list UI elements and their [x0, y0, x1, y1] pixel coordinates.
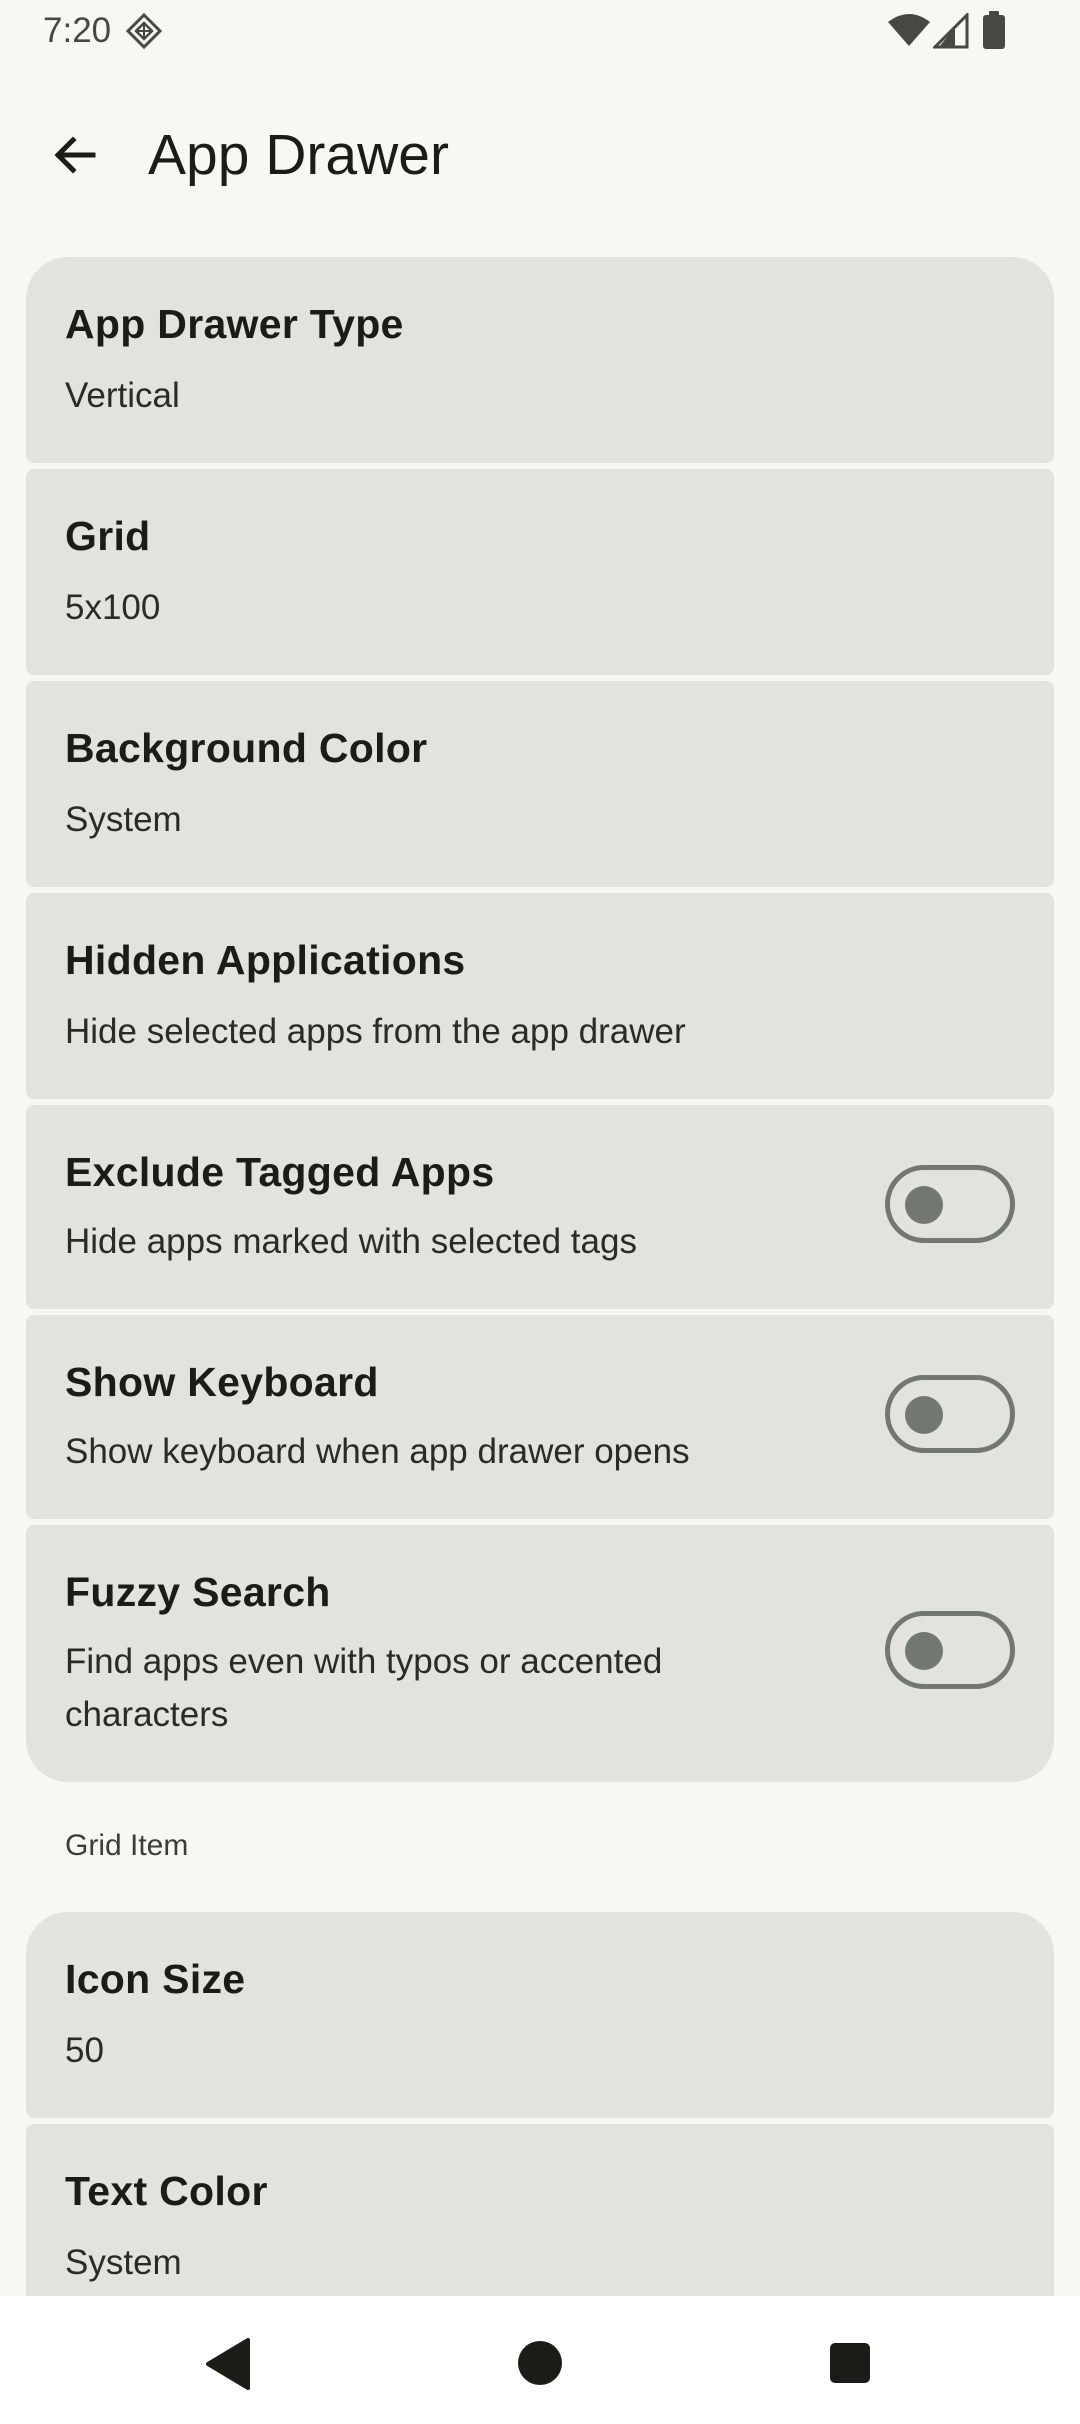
setting-title: Background Color [65, 725, 428, 771]
status-bar: 7:20 [0, 0, 1080, 62]
setting-title: Icon Size [65, 1956, 246, 2002]
setting-title: Text Color [65, 2168, 268, 2214]
setting-value: System [65, 2243, 182, 2282]
setting-value: 50 [65, 2031, 104, 2070]
signal-icon [933, 13, 969, 49]
toggle-thumb [905, 1396, 943, 1434]
battery-icon [983, 11, 1005, 49]
nav-recents-icon[interactable] [829, 2342, 871, 2384]
setting-description: Hide selected apps from the app drawer [65, 1012, 686, 1051]
setting-title: Show Keyboard [65, 1359, 379, 1405]
toggle-thumb [905, 1632, 943, 1670]
setting-title: Exclude Tagged Apps [65, 1149, 495, 1195]
setting-title: Grid [65, 513, 151, 559]
wifi-icon [888, 14, 930, 46]
setting-value: Vertical [65, 376, 180, 415]
arrow-back-icon [54, 136, 96, 174]
setting-app-drawer-type[interactable]: App Drawer Type Vertical [26, 257, 1054, 463]
setting-background-color[interactable]: Background Color System [26, 681, 1054, 887]
setting-description: Show keyboard when app drawer opens [65, 1432, 690, 1471]
setting-title: App Drawer Type [65, 301, 404, 347]
nav-home-icon[interactable] [517, 2340, 563, 2386]
setting-description: Find apps even with typos or accented ch… [65, 1642, 663, 1734]
toggle-thumb [905, 1186, 943, 1224]
show-keyboard-toggle[interactable] [885, 1375, 1015, 1453]
setting-value: System [65, 800, 182, 839]
top-app-bar: App Drawer [0, 62, 1080, 232]
setting-value: 5x100 [65, 588, 161, 627]
exclude-tagged-apps-toggle[interactable] [885, 1165, 1015, 1243]
setting-show-keyboard[interactable]: Show Keyboard Show keyboard when app dra… [26, 1315, 1054, 1519]
section-header-grid-item: Grid Item [65, 1829, 189, 1862]
fuzzy-search-toggle[interactable] [885, 1611, 1015, 1689]
diamond-notification-icon [126, 13, 162, 49]
nav-back-icon[interactable] [204, 2338, 252, 2390]
status-time: 7:20 [43, 11, 112, 50]
setting-exclude-tagged-apps[interactable]: Exclude Tagged Apps Hide apps marked wit… [26, 1105, 1054, 1309]
page-title: App Drawer [148, 123, 449, 187]
setting-grid[interactable]: Grid 5x100 [26, 469, 1054, 675]
setting-title: Fuzzy Search [65, 1569, 331, 1615]
back-button[interactable] [34, 114, 116, 196]
setting-title: Hidden Applications [65, 937, 466, 983]
setting-icon-size[interactable]: Icon Size 50 [26, 1912, 1054, 2118]
setting-fuzzy-search[interactable]: Fuzzy Search Find apps even with typos o… [26, 1525, 1054, 1782]
navigation-bar [0, 2296, 1080, 2424]
setting-hidden-applications[interactable]: Hidden Applications Hide selected apps f… [26, 893, 1054, 1099]
setting-description: Hide apps marked with selected tags [65, 1222, 637, 1261]
